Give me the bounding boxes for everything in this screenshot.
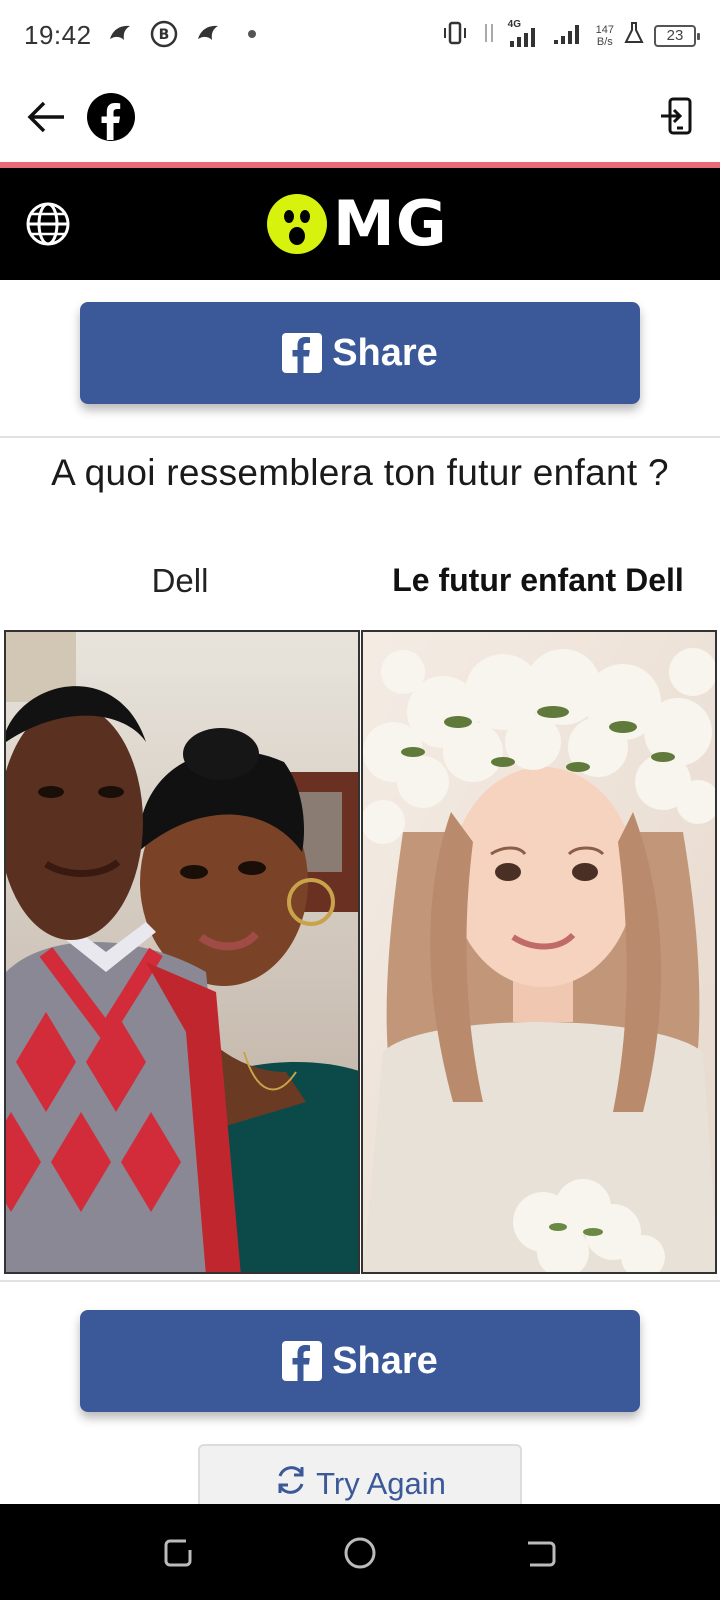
quiz-question: A quoi ressemblera ton futur enfant ? — [51, 452, 669, 493]
network-speed: 147 B/s — [596, 24, 614, 48]
try-again-label: Try Again — [316, 1466, 446, 1501]
system-icons: 4G 147 B/s 23 — [440, 19, 700, 51]
network-type-label: 4G — [507, 18, 521, 30]
signal-4g-icon: 4G — [508, 19, 542, 49]
network-speed-unit: B/s — [596, 35, 613, 48]
divider — [0, 1280, 720, 1282]
couple-photo — [4, 630, 360, 1274]
battery-indicator: 23 — [654, 24, 700, 47]
notification-icons: B — [106, 20, 256, 48]
future-child-photo — [361, 630, 717, 1274]
bird-app-icon — [194, 20, 222, 48]
refresh-icon — [274, 1464, 316, 1504]
facebook-f-icon — [282, 333, 323, 373]
share-button-top[interactable]: Share — [80, 302, 640, 404]
bird-app-icon — [106, 20, 134, 48]
svg-text:B: B — [159, 27, 170, 43]
data-transfer-icon — [480, 20, 498, 51]
exit-app-icon[interactable] — [658, 96, 700, 138]
logo-text: MG — [333, 187, 448, 260]
app-bar — [0, 72, 720, 162]
divider — [0, 436, 720, 438]
left-caption: Dell — [151, 562, 209, 599]
flask-icon — [624, 21, 644, 50]
system-nav-bar — [0, 1504, 720, 1600]
facebook-logo-icon — [86, 92, 136, 142]
signal-icon — [552, 20, 586, 51]
site-header: MG — [0, 168, 720, 280]
facebook-f-icon — [282, 1341, 323, 1381]
vibrate-icon — [440, 20, 470, 51]
status-bar: 19:42 B 4G 147 B/s 23 — [0, 0, 720, 72]
recents-icon[interactable] — [162, 1536, 196, 1570]
share-label: Share — [332, 1339, 438, 1382]
share-button-bottom[interactable]: Share — [80, 1310, 640, 1412]
surprised-face-icon — [267, 194, 327, 254]
status-time: 19:42 — [24, 20, 92, 50]
network-speed-value: 147 — [595, 23, 614, 36]
right-caption: Le futur enfant Dell — [392, 562, 684, 598]
more-notifications-dot-icon — [248, 30, 256, 38]
b-circle-icon: B — [150, 20, 178, 48]
omg-logo[interactable]: MG — [267, 192, 448, 256]
home-circle-icon[interactable] — [343, 1536, 377, 1570]
globe-icon[interactable] — [24, 200, 72, 248]
battery-level: 23 — [666, 27, 684, 44]
arrow-left-icon[interactable] — [24, 94, 70, 140]
back-nav-icon[interactable] — [524, 1536, 558, 1570]
share-label: Share — [332, 331, 438, 374]
